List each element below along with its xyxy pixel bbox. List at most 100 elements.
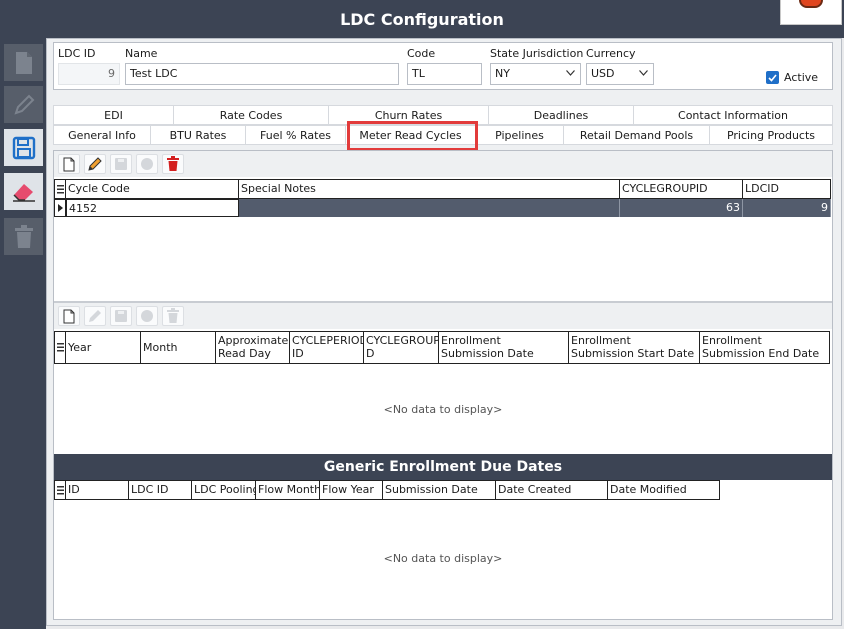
- edit-pencil-icon: [13, 94, 34, 115]
- checkmark-icon: [768, 73, 777, 82]
- cell-cycle-code[interactable]: 4152: [66, 199, 239, 217]
- sidebar-save-button[interactable]: [4, 129, 43, 166]
- sidebar-edit-button[interactable]: [4, 86, 43, 123]
- currency-value: USD: [591, 67, 615, 80]
- main-panel: LDC ID 9 Name Test LDC Code TL State Jur…: [46, 38, 842, 626]
- col-ldc-id[interactable]: LDC ID: [129, 481, 192, 499]
- active-checkbox[interactable]: [766, 71, 779, 84]
- col-submission-date[interactable]: Submission Date: [383, 481, 496, 499]
- sidebar-new-button[interactable]: [4, 44, 43, 81]
- tab-rate-codes[interactable]: Rate Codes: [173, 105, 328, 125]
- periods-delete-button[interactable]: [162, 306, 184, 326]
- new-document-icon: [15, 51, 32, 74]
- tab-general-info[interactable]: General Info: [53, 125, 150, 145]
- ldc-header: LDC ID 9 Name Test LDC Code TL State Jur…: [53, 42, 833, 90]
- cancel-circle-icon: [141, 158, 153, 170]
- tab-edi[interactable]: EDI: [53, 105, 173, 125]
- tab-contact-information[interactable]: Contact Information: [633, 105, 833, 125]
- cycles-grid: Cycle Code Special Notes CYCLEGROUPID LD…: [54, 179, 832, 299]
- chevron-down-icon: [639, 70, 648, 76]
- periods-toolbar: [54, 303, 832, 329]
- chevron-down-icon: [566, 70, 575, 76]
- periods-save-button[interactable]: [110, 306, 132, 326]
- col-id[interactable]: ID: [66, 481, 129, 499]
- col-flow-month[interactable]: Flow Month: [256, 481, 320, 499]
- col-enrollment-submission-start-date[interactable]: Enrollment Submission Start Date: [569, 332, 700, 363]
- col-cycleperiod-id[interactable]: CYCLEPERIOD ID: [290, 332, 364, 363]
- col-flow-year[interactable]: Flow Year: [320, 481, 383, 499]
- cycles-grid-header: Cycle Code Special Notes CYCLEGROUPID LD…: [54, 179, 831, 199]
- col-year[interactable]: Year: [66, 332, 141, 363]
- periods-edit-button[interactable]: [84, 306, 106, 326]
- tab-retail-demand-pools[interactable]: Retail Demand Pools: [563, 125, 709, 145]
- name-label: Name: [125, 47, 158, 60]
- tab-fuel-rates[interactable]: Fuel % Rates: [245, 125, 345, 145]
- col-date-modified[interactable]: Date Modified: [608, 481, 720, 499]
- cycles-delete-button[interactable]: [162, 154, 184, 174]
- eraser-icon: [12, 183, 35, 202]
- tab-row-bottom: General Info BTU Rates Fuel % Rates Mete…: [53, 125, 833, 145]
- column-chooser-icon[interactable]: [54, 332, 66, 363]
- edit-pencil-icon: [89, 310, 101, 322]
- sidebar-clear-button[interactable]: [4, 173, 43, 210]
- save-floppy-icon: [115, 158, 127, 170]
- column-chooser-icon[interactable]: [54, 481, 66, 499]
- col-cyclegroupid[interactable]: CYCLEGROUPID: [364, 332, 439, 363]
- cycles-edit-button[interactable]: [84, 154, 106, 174]
- delete-trash-icon: [167, 156, 179, 171]
- active-label: Active: [784, 71, 819, 84]
- cycles-cancel-button[interactable]: [136, 154, 158, 174]
- cycles-toolbar: [54, 151, 832, 177]
- tab-btu-rates[interactable]: BTU Rates: [150, 125, 245, 145]
- tab-pipelines[interactable]: Pipelines: [475, 125, 563, 145]
- col-approx-read-day[interactable]: Approximate Read Day: [216, 332, 290, 363]
- due-dates-empty-text: <No data to display>: [383, 552, 503, 565]
- col-special-notes[interactable]: Special Notes: [239, 180, 620, 198]
- save-floppy-icon: [115, 310, 127, 322]
- periods-cancel-button[interactable]: [136, 306, 158, 326]
- sidebar-delete-button[interactable]: [4, 218, 43, 255]
- cancel-circle-icon: [141, 310, 153, 322]
- state-select[interactable]: NY: [490, 63, 581, 85]
- name-input[interactable]: Test LDC: [125, 63, 399, 85]
- window-title: LDC Configuration: [340, 9, 504, 29]
- row-indicator-icon: [54, 199, 66, 217]
- cell-ldcid[interactable]: 9: [743, 199, 831, 217]
- periods-new-button[interactable]: [58, 306, 80, 326]
- due-dates-grid: ID LDC ID LDC Pooling Flow Month Flow Ye…: [54, 480, 832, 620]
- delete-trash-icon: [167, 308, 179, 323]
- col-enrollment-submission-date[interactable]: Enrollment Submission Date: [439, 332, 569, 363]
- cycles-new-button[interactable]: [58, 154, 80, 174]
- left-toolbar: [0, 38, 46, 629]
- col-cyclegroupid[interactable]: CYCLEGROUPID: [620, 180, 743, 198]
- corner-app-button[interactable]: [780, 0, 842, 25]
- active-checkbox-wrap[interactable]: Active: [766, 71, 818, 84]
- cell-cyclegroupid[interactable]: 63: [620, 199, 743, 217]
- tab-pricing-products[interactable]: Pricing Products: [709, 125, 833, 145]
- cycles-save-button[interactable]: [110, 154, 132, 174]
- due-dates-title: Generic Enrollment Due Dates: [323, 459, 563, 475]
- col-enrollment-submission-end-date[interactable]: Enrollment Submission End Date: [700, 332, 830, 363]
- code-input[interactable]: TL: [407, 63, 482, 85]
- col-cycle-code[interactable]: Cycle Code: [66, 180, 239, 198]
- tab-churn-rates[interactable]: Churn Rates: [328, 105, 488, 125]
- table-row[interactable]: 4152 63 9: [54, 199, 831, 217]
- state-value: NY: [495, 67, 510, 80]
- col-ldcid[interactable]: LDCID: [743, 180, 831, 198]
- col-ldc-pooling[interactable]: LDC Pooling: [192, 481, 256, 499]
- col-month[interactable]: Month: [141, 332, 216, 363]
- new-document-icon: [63, 309, 75, 323]
- due-dates-grid-header: ID LDC ID LDC Pooling Flow Month Flow Ye…: [54, 480, 720, 500]
- tab-meter-read-cycles[interactable]: Meter Read Cycles: [345, 125, 475, 145]
- col-date-created[interactable]: Date Created: [496, 481, 608, 499]
- tab-deadlines[interactable]: Deadlines: [488, 105, 633, 125]
- edit-pencil-icon: [88, 157, 102, 171]
- periods-empty-text: <No data to display>: [383, 403, 503, 416]
- currency-select[interactable]: USD: [586, 63, 654, 85]
- cell-special-notes[interactable]: [239, 199, 620, 217]
- app-logo-icon: [799, 0, 823, 8]
- column-chooser-icon[interactable]: [54, 180, 66, 198]
- trash-icon: [14, 224, 33, 248]
- ldc-id-label: LDC ID: [58, 47, 96, 60]
- tab-row-top: EDI Rate Codes Churn Rates Deadlines Con…: [53, 105, 833, 125]
